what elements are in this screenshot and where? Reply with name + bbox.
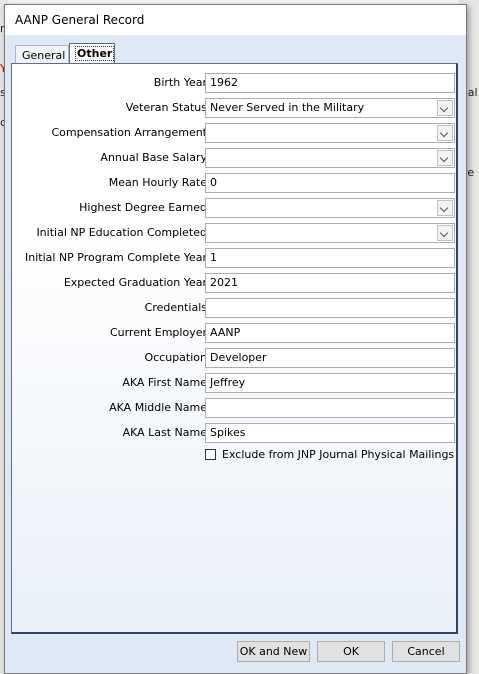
tab-other-label: Other <box>74 46 115 61</box>
credentials-label: Credentials <box>144 301 207 314</box>
highest-degree-earned-row: Highest Degree Earned <box>12 198 457 218</box>
veteran-status-row: Veteran Status Never Served in the Milit… <box>12 98 457 118</box>
current-employer-input[interactable]: AANP <box>205 323 455 343</box>
annual-base-salary-label: Annual Base Salary <box>100 151 207 164</box>
initial-np-education-completed-row: Initial NP Education Completed <box>12 223 457 243</box>
exclude-mailings-label[interactable]: Exclude from JNP Journal Physical Mailin… <box>222 448 454 461</box>
aanp-general-record-dialog: AANP General Record General Other Birth … <box>4 4 467 674</box>
dialog-title: AANP General Record <box>15 13 145 27</box>
chevron-down-icon[interactable] <box>437 100 453 116</box>
chevron-down-icon[interactable] <box>437 225 453 241</box>
birth-year-label: Birth Year <box>153 76 207 89</box>
occupation-input[interactable]: Developer <box>205 348 455 368</box>
expected-graduation-year-label: Expected Graduation Year <box>63 276 207 289</box>
initial-np-program-complete-year-row: Initial NP Program Complete Year 1 <box>12 248 457 268</box>
annual-base-salary-row: Annual Base Salary <box>12 148 457 168</box>
mean-hourly-rate-row: Mean Hourly Rate 0 <box>12 173 457 193</box>
mean-hourly-rate-label: Mean Hourly Rate <box>108 176 207 189</box>
aka-middle-name-label: AKA Middle Name <box>109 401 207 414</box>
aka-last-name-input[interactable]: Spikes <box>205 423 455 443</box>
chevron-down-icon[interactable] <box>437 150 453 166</box>
highest-degree-earned-select[interactable] <box>205 198 455 218</box>
initial-np-program-complete-year-input[interactable]: 1 <box>205 248 455 268</box>
tab-container: General Other Birth Year 1962 Veteran St… <box>5 35 466 673</box>
veteran-status-select[interactable]: Never Served in the Military <box>205 98 455 118</box>
tab-general[interactable]: General <box>15 45 69 63</box>
other-tab-panel: Birth Year 1962 Veteran Status Never Ser… <box>11 63 458 634</box>
occupation-label: Occupation <box>144 351 207 364</box>
chevron-down-icon[interactable] <box>437 200 453 216</box>
annual-base-salary-select[interactable] <box>205 148 455 168</box>
ok-button[interactable]: OK <box>317 641 385 662</box>
exclude-mailings-row[interactable]: Exclude from JNP Journal Physical Mailin… <box>205 447 455 463</box>
aka-last-name-row: AKA Last Name Spikes <box>12 423 457 443</box>
initial-np-program-complete-year-label: Initial NP Program Complete Year <box>25 251 207 264</box>
aka-last-name-label: AKA Last Name <box>122 426 207 439</box>
ok-and-new-button[interactable]: OK and New <box>237 641 310 662</box>
chevron-down-icon[interactable] <box>437 125 453 141</box>
current-employer-row: Current Employer AANP <box>12 323 457 343</box>
initial-np-education-completed-select[interactable] <box>205 223 455 243</box>
veteran-status-value: Never Served in the Military <box>210 101 365 114</box>
birth-year-row: Birth Year 1962 <box>12 73 457 93</box>
expected-graduation-year-input[interactable]: 2021 <box>205 273 455 293</box>
credentials-input[interactable] <box>205 298 455 318</box>
compensation-arrangement-select[interactable] <box>205 123 455 143</box>
highest-degree-earned-label: Highest Degree Earned <box>79 201 207 214</box>
aka-first-name-input[interactable]: Jeffrey <box>205 373 455 393</box>
aka-middle-name-row: AKA Middle Name <box>12 398 457 418</box>
credentials-row: Credentials <box>12 298 457 318</box>
initial-np-education-completed-label: Initial NP Education Completed <box>36 226 207 239</box>
expected-graduation-year-row: Expected Graduation Year 2021 <box>12 273 457 293</box>
compensation-arrangement-label: Compensation Arrangement <box>51 126 208 139</box>
occupation-row: Occupation Developer <box>12 348 457 368</box>
compensation-arrangement-row: Compensation Arrangement <box>12 123 457 143</box>
mean-hourly-rate-input[interactable]: 0 <box>205 173 455 193</box>
birth-year-input[interactable]: 1962 <box>205 73 455 93</box>
aka-middle-name-input[interactable] <box>205 398 455 418</box>
dialog-titlebar[interactable]: AANP General Record <box>5 5 466 35</box>
aka-first-name-row: AKA First Name Jeffrey <box>12 373 457 393</box>
cancel-button[interactable]: Cancel <box>392 641 460 662</box>
exclude-mailings-checkbox[interactable] <box>205 449 216 460</box>
aka-first-name-label: AKA First Name <box>122 376 207 389</box>
current-employer-label: Current Employer <box>109 326 207 339</box>
tab-other[interactable]: Other <box>69 43 115 63</box>
veteran-status-label: Veteran Status <box>125 101 207 114</box>
